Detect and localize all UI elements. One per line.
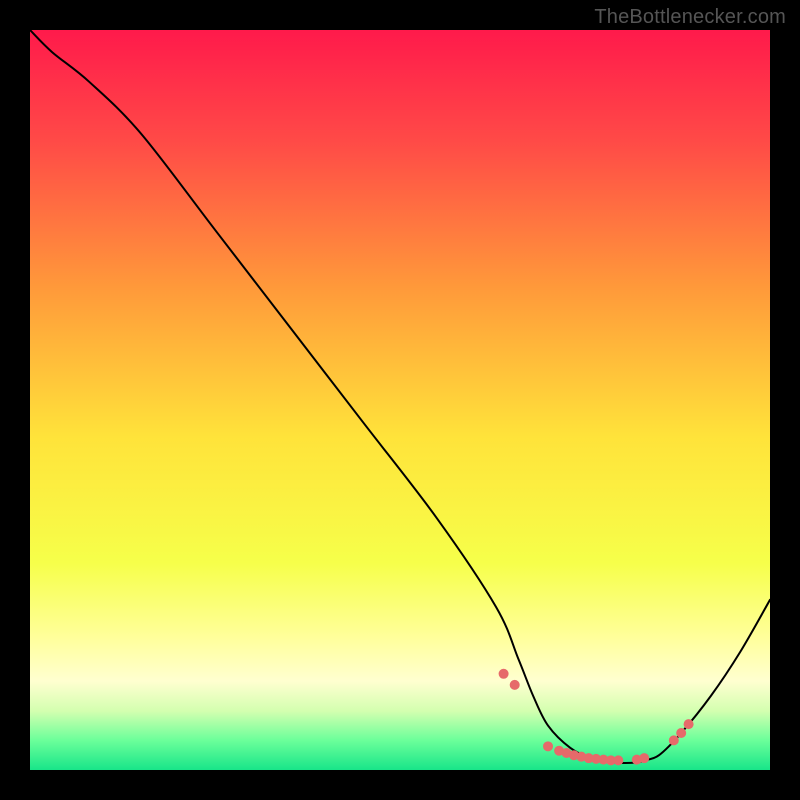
chart-curve-layer [30, 30, 770, 770]
chart-plot-area [30, 30, 770, 770]
highlight-marker [499, 669, 509, 679]
bottleneck-curve-line [30, 30, 770, 763]
highlight-marker [669, 735, 679, 745]
highlight-marker [684, 719, 694, 729]
highlight-marker [543, 741, 553, 751]
attribution-text: TheBottlenecker.com [594, 6, 786, 29]
highlight-marker [639, 753, 649, 763]
highlight-marker [676, 728, 686, 738]
highlight-marker [613, 755, 623, 765]
highlight-marker [510, 680, 520, 690]
